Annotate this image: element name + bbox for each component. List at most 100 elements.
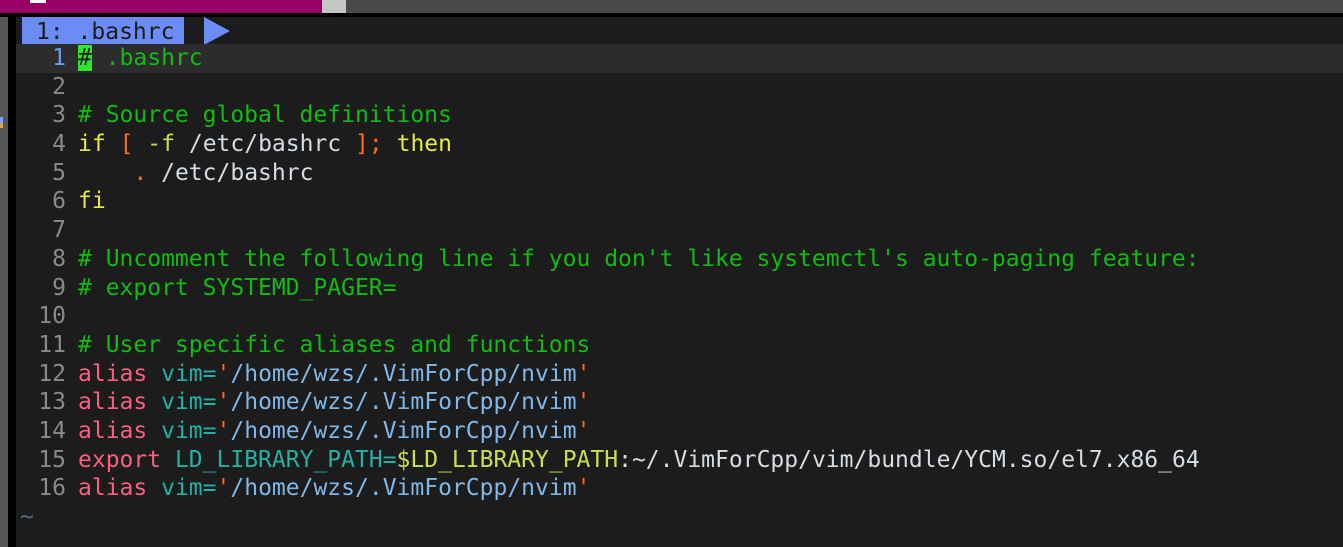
token-alias-name: vim [161, 360, 203, 387]
line-number: 11 [38, 331, 66, 358]
token-keyword-if: if [78, 131, 106, 158]
line-number: 5 [52, 159, 66, 186]
token-quote-close: ' [576, 360, 591, 387]
token-keyword-then: then [396, 131, 452, 158]
line-content: alias vim='/home/wzs/.VimForCpp/nvim' [66, 474, 590, 503]
token-variable: $LD_LIBRARY_PATH [396, 446, 619, 473]
line-number: 15 [38, 446, 66, 473]
empty-line-marker: ~ [20, 504, 34, 530]
token-string: /home/wzs/.VimForCpp/nvim [230, 475, 577, 502]
token-keyword-alias: alias [78, 389, 148, 416]
line-content: fi [78, 188, 106, 215]
scrollbar-rail[interactable] [0, 17, 8, 547]
line-content: # Uncomment the following line if you do… [78, 245, 1200, 272]
token-flag: -f [147, 131, 175, 158]
token-path: /etc/bashrc [188, 131, 342, 158]
editor-line[interactable]: 7 [16, 216, 1343, 245]
token-string: /home/wzs/.VimForCpp/nvim [230, 389, 577, 416]
line-content: # Source global definitions [78, 102, 452, 129]
editor-line[interactable]: 11 # User specific aliases and functions [16, 331, 1343, 360]
token-quote-open: ' [216, 360, 231, 387]
tab-label: 1: .bashrc [36, 18, 175, 45]
editor-left-border [8, 17, 16, 547]
tab-bashrc[interactable]: 1: .bashrc [22, 17, 185, 46]
token-operator-equals: = [202, 417, 217, 444]
editor-line[interactable]: 16 alias vim='/home/wzs/.VimForCpp/nvim' [16, 474, 1343, 503]
token-string: /home/wzs/.VimForCpp/nvim [230, 360, 577, 387]
token-keyword-alias: alias [78, 475, 148, 502]
editor-buffer[interactable]: 1 # .bashrc 2 3 # Source global definiti… [16, 44, 1343, 547]
line-content: alias vim='/home/wzs/.VimForCpp/nvim' [66, 388, 590, 417]
line-content: . /etc/bashrc [66, 159, 313, 188]
token-quote-open: ' [216, 475, 231, 502]
line-content: export LD_LIBRARY_PATH=$LD_LIBRARY_PATH:… [66, 446, 1200, 475]
editor-line[interactable]: 14 alias vim='/home/wzs/.VimForCpp/nvim' [16, 417, 1343, 446]
line-content: # User specific aliases and functions [78, 331, 591, 358]
editor-line[interactable]: 12 alias vim='/home/wzs/.VimForCpp/nvim' [16, 360, 1343, 389]
line-number: 1 [52, 45, 66, 71]
line-number: 4 [52, 131, 66, 158]
token-keyword-alias: alias [78, 417, 148, 444]
line-number: 9 [52, 274, 66, 301]
line-number: 14 [38, 417, 66, 444]
cursor-block: # [78, 45, 92, 71]
token-quote-open: ' [216, 389, 231, 416]
editor-line[interactable]: 13 alias vim='/home/wzs/.VimForCpp/nvim' [16, 388, 1343, 417]
token-path: :~/.VimForCpp/vim/bundle/YCM.so/el7.x86_… [618, 446, 1200, 473]
line-number: 8 [52, 245, 66, 272]
line-content: # export SYSTEMD_PAGER= [78, 274, 397, 301]
editor-line[interactable]: 8 # Uncomment the following line if you … [16, 245, 1343, 274]
token-quote-open: ' [216, 417, 231, 444]
token-source-dot: . [133, 159, 148, 186]
token-path: /etc/bashrc [161, 159, 314, 186]
topbar-grey-chip[interactable] [322, 0, 346, 13]
line-number: 7 [52, 217, 66, 244]
editor-line[interactable]: 1 # .bashrc [16, 44, 1343, 73]
editor-line[interactable]: 5 . /etc/bashrc [16, 159, 1343, 188]
editor-line[interactable]: 6 fi [16, 187, 1343, 216]
terminal-window: 1: .bashrc 1 # .bashrc 2 3 # Source glob… [0, 0, 1343, 547]
line-content: alias vim='/home/wzs/.VimForCpp/nvim' [66, 360, 590, 389]
token-quote-close: ' [576, 389, 591, 416]
token-operator-equals: = [202, 360, 217, 387]
topbar-white-marker [30, 0, 46, 3]
editor-line[interactable]: 2 [16, 73, 1343, 102]
token-operator-equals: = [202, 389, 217, 416]
token-keyword-export: export [78, 446, 162, 473]
line-content: if [ -f /etc/bashrc ]; then [66, 130, 452, 159]
scrollbar-marker-secondary [0, 123, 3, 128]
line-number: 6 [52, 188, 66, 215]
topbar-accent-segment [0, 0, 322, 13]
token-alias-name: vim [161, 417, 203, 444]
token-alias-name: vim [161, 475, 203, 502]
line-number: 3 [52, 102, 66, 129]
line-number: 13 [38, 389, 66, 416]
editor-line[interactable]: 15 export LD_LIBRARY_PATH=$LD_LIBRARY_PA… [16, 446, 1343, 475]
token-bracket-close: ]; [355, 131, 383, 158]
tab-arrow-separator [204, 17, 230, 45]
editor-line[interactable]: 3 # Source global definitions [16, 101, 1343, 130]
editor-line[interactable]: 10 [16, 302, 1343, 331]
line-content: # .bashrc [66, 44, 203, 73]
tabline: 1: .bashrc [16, 17, 1343, 46]
token-alias-name: vim [161, 389, 203, 416]
token-comment: .bashrc [91, 45, 203, 71]
line-number: 12 [38, 360, 66, 387]
editor-line[interactable]: 9 # export SYSTEMD_PAGER= [16, 274, 1343, 303]
window-topbar [0, 0, 1343, 13]
editor-line[interactable]: 4 if [ -f /etc/bashrc ]; then [16, 130, 1343, 159]
token-bracket-open: [ [119, 131, 134, 158]
line-number: 2 [52, 73, 66, 100]
token-quote-close: ' [576, 475, 591, 502]
token-operator-equals: = [202, 475, 217, 502]
